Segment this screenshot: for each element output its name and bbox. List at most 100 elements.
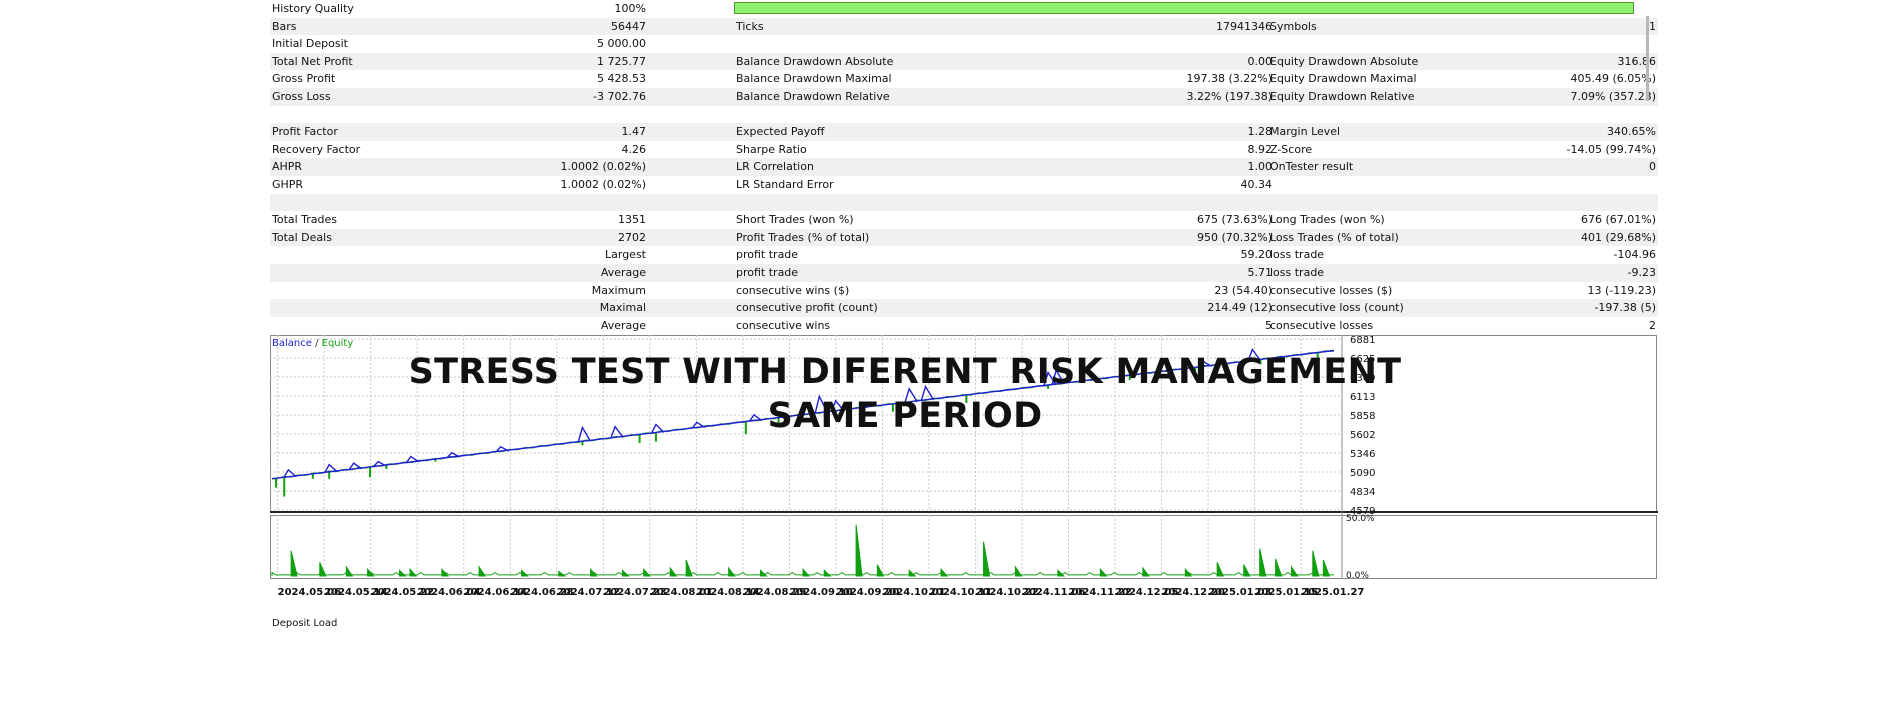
deposit-spike [802, 567, 811, 577]
deposit-spike [1184, 567, 1193, 577]
report-cell-label-a: Total Net Profit [272, 54, 353, 68]
deposit-spike [1099, 567, 1108, 577]
report-cell-label-b: Balance Drawdown Relative [736, 90, 890, 103]
report-cell-value-a: Maximal [599, 301, 646, 315]
deposit-spike [621, 569, 630, 577]
report-cell-value-c: -197.38 (5) [1594, 301, 1656, 315]
history-quality-value: 100% [614, 2, 646, 15]
report-cell-label-b: Expected Payoff [736, 125, 825, 139]
deposit-spike [983, 541, 991, 577]
deposit-spike [1057, 569, 1066, 577]
deposit-spike [590, 567, 598, 577]
report-row: AHPR 1.0002 (0.02%) LR Correlation 1.00 OnTe… [270, 158, 1658, 176]
deposit-spike [643, 567, 651, 577]
report-row: Largest profit trade 59.20 loss trade -104.9… [270, 246, 1658, 264]
legend-equity: Equity [321, 338, 354, 349]
report-cell-value-a: 1.0002 (0.02%) [560, 160, 646, 174]
deposit-spike [398, 569, 407, 577]
report-row: Maximal consecutive profit (count) 214.49 … [270, 299, 1658, 317]
deposit-spike [876, 564, 885, 577]
report-cell-value-a: Average [600, 266, 646, 279]
report-cell-value-b: 950 (70.32%) [1196, 230, 1272, 244]
report-cell-label-b: LR Standard Error [736, 178, 834, 191]
report-cell-value-b: 8.92 [1247, 142, 1273, 156]
deposit-spike [1322, 559, 1331, 577]
report-cell-value-c: 1 [1649, 19, 1656, 33]
deposit-spike [478, 565, 487, 577]
legend-balance: Balance [272, 338, 312, 349]
deposit-y-tick-label: 0.0% [1346, 571, 1369, 581]
report-cell-value-b: 0.00 [1247, 54, 1273, 68]
report-row: Gross Loss -3 702.76 Balance Drawdown Rela… [270, 88, 1658, 106]
report-cell-value-a: 1 725.77 [597, 54, 646, 68]
report-cell-label-b: Balance Drawdown Maximal [736, 72, 892, 86]
report-row: Total Trades 1351 Short Trades (won %) 675 … [270, 211, 1658, 229]
deposit-spike [521, 569, 529, 577]
report-row: Profit Factor 1.47 Expected Payoff 1.28 Marg… [270, 123, 1658, 141]
deposit-spike [1312, 550, 1320, 577]
deposit-spike [1291, 565, 1299, 577]
report-scrollbar[interactable] [1646, 16, 1649, 101]
overlay-title: STRESS TEST WITH DIFERENT RISK MANAGEMEN… [400, 350, 1410, 438]
deposit-spike [669, 566, 678, 577]
y-tick-label: 6881 [1350, 335, 1375, 346]
deposit-spike [1275, 558, 1283, 577]
history-quality-row: History Quality 100% [270, 0, 1658, 18]
report-cell-label-b: Balance Drawdown Absolute [736, 54, 894, 68]
report-cell-value-c: 2 [1649, 318, 1656, 332]
report-cell-value-c: 340.65% [1607, 125, 1656, 139]
report-row [270, 193, 1658, 212]
deposit-spike [319, 562, 327, 577]
report-cell-value-c: 316.86 [1617, 54, 1657, 68]
report-cell-value-a: 1.0002 (0.02%) [560, 178, 646, 191]
report-cell-label-a: Total Trades [272, 213, 338, 227]
deposit-spike [409, 567, 418, 577]
report-table: History Quality 100% Bars 56447 Ticks 17941… [270, 0, 1658, 334]
report-cell-label-a: GHPR [272, 178, 304, 191]
report-cell-label-b: Profit Trades (% of total) [736, 230, 870, 244]
deposit-spike [823, 569, 832, 577]
overlay-title-line2: SAME PERIOD [767, 396, 1043, 436]
deposit-spike [908, 569, 917, 577]
deposit-y-tick-label: 50.0% [1346, 514, 1375, 524]
deposit-spike [558, 570, 567, 577]
chart-legend: Balance / Equity [272, 338, 353, 349]
report-cell-label-a: Recovery Factor [272, 142, 361, 156]
report-cell-label-a: Gross Loss [272, 90, 331, 103]
report-cell-value-b: 23 (54.40) [1214, 283, 1272, 297]
history-quality-label: History Quality [272, 2, 354, 15]
deposit-spike [345, 565, 354, 577]
report-cell-value-c: -14.05 (99.74%) [1566, 142, 1656, 156]
report-cell-value-a: 5 428.53 [597, 72, 646, 86]
report-cell-value-a: Maximum [591, 283, 646, 297]
report-cell-label-a: Bars [272, 19, 297, 33]
deposit-spike [855, 524, 863, 577]
deposit-spike [1259, 548, 1267, 577]
y-tick-label: 5346 [1350, 449, 1375, 460]
report-cell-value-a: 5 000.00 [597, 37, 646, 51]
report-row: Maximum consecutive wins ($) 23 (54.40) con… [270, 282, 1658, 300]
report-cell-label-b: profit trade [736, 266, 799, 279]
report-cell-value-c: 13 (-119.23) [1587, 283, 1656, 297]
report-cell-label-b: consecutive wins [736, 318, 831, 332]
report-row: GHPR 1.0002 (0.02%) LR Standard Error 40.34 [270, 176, 1658, 194]
report-cell-value-b: 5 [1265, 318, 1272, 332]
report-cell-value-c: 0 [1649, 160, 1656, 174]
x-tick-label: 2025.01.27 [1301, 587, 1364, 598]
report-cell-label-b: consecutive wins ($) [736, 283, 850, 297]
report-row: Total Net Profit 1 725.77 Balance Drawdown… [270, 52, 1658, 71]
report-cell-value-b: 197.38 (3.22%) [1186, 72, 1272, 86]
report-cell-value-a: 56447 [611, 19, 646, 33]
report-cell-value-c: -9.23 [1627, 266, 1656, 279]
report-cell-value-c: 7.09% (357.23) [1570, 90, 1656, 103]
report-cell-value-a: Average [600, 318, 646, 332]
deposit-spike [1142, 566, 1150, 577]
deposit-spike [728, 566, 736, 577]
deposit-spike [367, 567, 375, 577]
report-cell-value-a: 4.26 [621, 142, 647, 156]
deposit-spike [685, 559, 693, 577]
report-cell-value-a: -3 702.76 [593, 90, 646, 103]
report-cell-label-b: Short Trades (won %) [736, 213, 854, 227]
report-cell-label-b: Sharpe Ratio [736, 142, 807, 156]
report-cell-value-c: -104.96 [1613, 248, 1656, 262]
